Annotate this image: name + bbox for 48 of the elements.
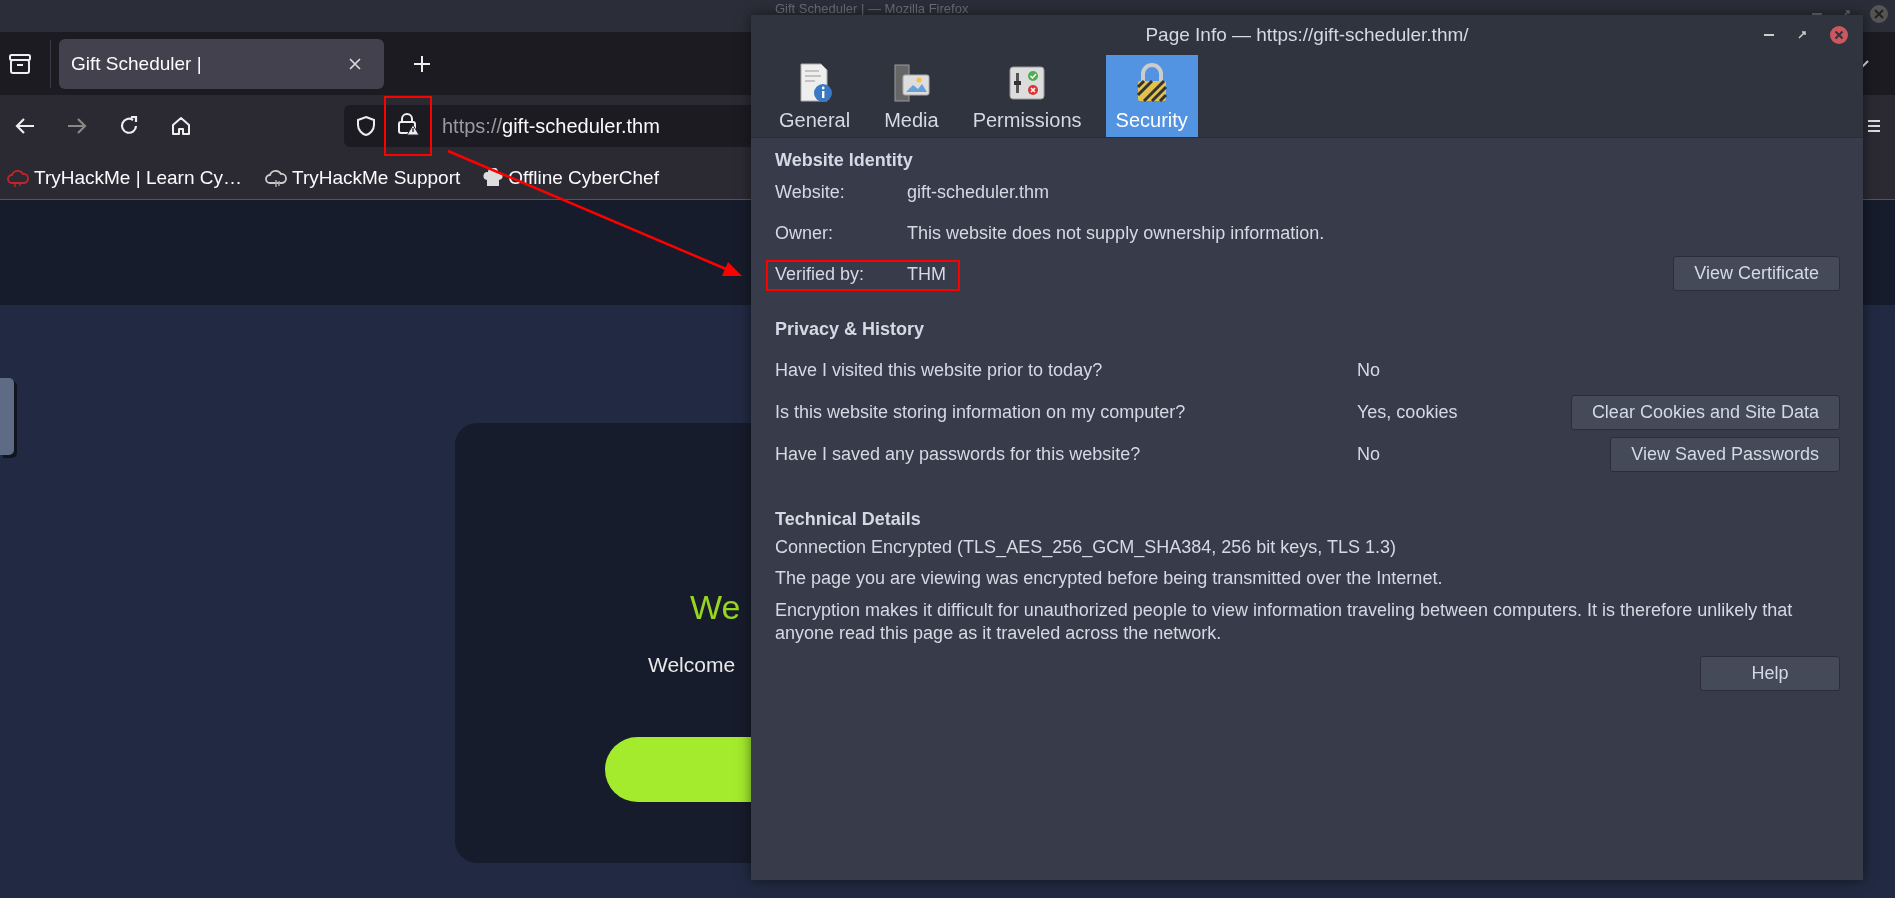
field-value: THM — [907, 264, 946, 285]
detail-text: Connection Encrypted (TLS_AES_256_GCM_SHA384, 256 bit keys, TLS 1.3) — [775, 536, 1397, 560]
help-button[interactable]: Help — [1700, 655, 1840, 691]
back-icon[interactable] — [14, 116, 36, 136]
shield-icon[interactable] — [356, 115, 376, 137]
question-text: Is this website storing information on my computer? — [775, 401, 1187, 423]
field-label: Website: — [775, 182, 846, 203]
browser-tab[interactable]: Gift Scheduler | — [59, 38, 384, 89]
section-heading: Privacy & History — [775, 319, 926, 340]
view-certificate-button[interactable]: View Certificate — [1673, 256, 1840, 291]
action-button[interactable]: Clear Cookies and Site Data — [1570, 394, 1840, 430]
close-icon[interactable] — [1829, 25, 1849, 45]
side-handle[interactable] — [0, 378, 14, 455]
bookmark-item[interactable]: Offline CyberChef — [482, 167, 659, 189]
forward-icon[interactable] — [66, 116, 88, 136]
new-tab-icon[interactable] — [412, 53, 432, 74]
detail-text: The page you are viewing was encrypted before being transmitted over the Internet. — [775, 567, 1444, 591]
dialog-title: Page Info — https://gift-scheduler.thm/ — [1145, 24, 1469, 46]
menu-icon[interactable] — [1867, 119, 1881, 133]
dialog-tab[interactable]: Permissions — [962, 55, 1092, 137]
tab-list-icon[interactable] — [8, 52, 32, 75]
bookmark-item[interactable]: TryHackMe Support — [264, 167, 461, 189]
answer-text: No — [1357, 359, 1381, 381]
question-text: Have I visited this website prior to today? — [775, 359, 1104, 381]
section-heading: Technical Details — [775, 509, 922, 530]
dialog-tab[interactable]: Media — [874, 55, 949, 137]
field-label: Verified by: — [775, 264, 866, 285]
action-button[interactable]: View Saved Passwords — [1610, 436, 1840, 472]
field-value: gift-scheduler.thm — [907, 182, 1050, 203]
dialog-tab[interactable]: General — [769, 55, 861, 137]
field-label: Owner: — [775, 223, 835, 244]
cloud-icon — [6, 168, 30, 188]
bookmark-item[interactable]: TryHackMe | Learn Cy… — [6, 167, 242, 189]
answer-text: Yes, cookies — [1357, 401, 1459, 423]
answer-text: No — [1357, 443, 1381, 465]
reload-icon[interactable] — [118, 115, 140, 137]
home-icon[interactable] — [170, 115, 192, 137]
section-heading: Website Identity — [775, 150, 914, 171]
field-value: This website does not supply ownership information. — [907, 223, 1325, 244]
detail-text: Encryption makes it difficult for unauthorized people to view information traveling between computers. It is therefore unlikely that anyone read this page as it traveled across the network. — [775, 598, 1794, 646]
question-text: Have I saved any passwords for this website? — [775, 443, 1142, 465]
url-text: https://gift-scheduler.thm — [442, 114, 660, 138]
lock-warning-icon[interactable] — [396, 112, 420, 136]
welcome-text: Welcome — [648, 653, 736, 677]
welcome-heading: We — [690, 588, 741, 627]
close-icon[interactable] — [348, 56, 362, 71]
cloud-icon — [264, 168, 288, 188]
chef-hat-icon — [482, 168, 505, 188]
